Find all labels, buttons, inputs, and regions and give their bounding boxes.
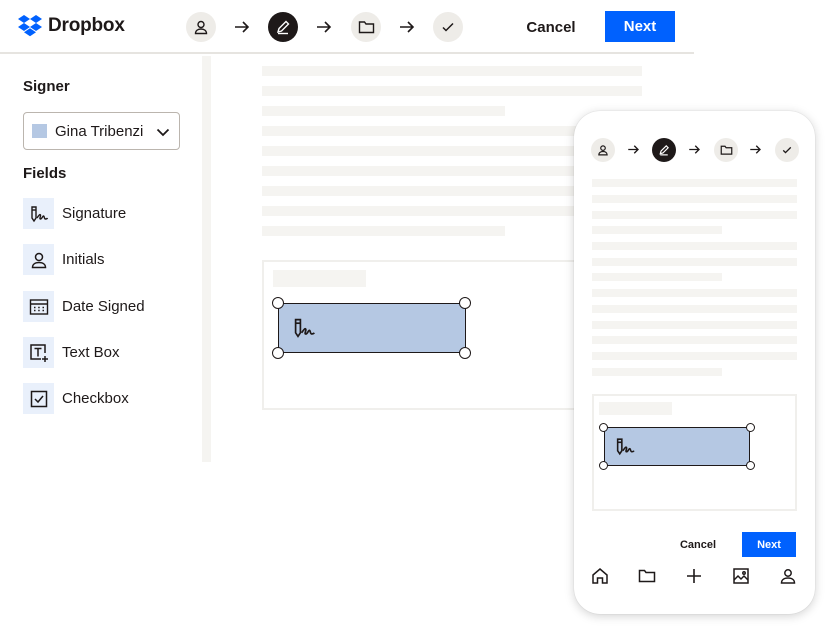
mobile-step-review[interactable] [775, 138, 799, 162]
sidebar-divider [202, 56, 211, 462]
calendar-icon [23, 291, 54, 322]
check-icon [442, 22, 454, 32]
signature-area-label [273, 270, 366, 287]
field-label: Signature [62, 205, 127, 222]
field-label: Initials [62, 251, 105, 268]
plus-icon[interactable] [685, 567, 703, 585]
mobile-next-button[interactable]: Next [742, 532, 796, 557]
user-icon [598, 145, 608, 156]
mobile-step-signer[interactable] [591, 138, 615, 162]
document-text-line [592, 352, 797, 360]
document-text-line [592, 336, 797, 344]
signer-heading: Signer [23, 78, 70, 95]
top-bar: Dropbox Cancel Next [0, 0, 694, 54]
arrow-right-icon [317, 21, 332, 33]
step-signer[interactable] [186, 12, 216, 42]
mobile-cancel-button[interactable]: Cancel [674, 535, 722, 555]
mobile-step-folder[interactable] [714, 138, 738, 162]
brand-name: Dropbox [48, 15, 125, 36]
field-date-signed[interactable]: Date Signed [23, 291, 145, 322]
cancel-button[interactable]: Cancel [516, 12, 586, 42]
signature-field[interactable] [278, 303, 466, 353]
field-label: Date Signed [62, 298, 145, 315]
step-folder[interactable] [351, 12, 381, 42]
field-signature[interactable]: Signature [23, 198, 126, 229]
checkbox-icon [23, 383, 54, 414]
arrow-right-icon [235, 21, 250, 33]
dropbox-logo[interactable]: Dropbox [18, 14, 125, 38]
folder-icon[interactable] [638, 567, 656, 585]
document-text-line [262, 86, 642, 96]
document-text-line [592, 368, 722, 376]
arrow-right-icon [750, 145, 761, 154]
field-label: Checkbox [62, 390, 129, 407]
resize-handle[interactable] [599, 461, 608, 470]
person-icon[interactable] [779, 567, 797, 585]
document-text-line [592, 226, 722, 234]
field-text-box[interactable]: Text Box [23, 337, 120, 368]
resize-handle[interactable] [599, 423, 608, 432]
step-review[interactable] [433, 12, 463, 42]
fields-heading: Fields [23, 165, 67, 182]
document-text-line [262, 106, 505, 116]
signature-icon [23, 198, 54, 229]
document-text-line [592, 273, 722, 281]
person-icon [23, 244, 54, 275]
folder-icon [720, 145, 732, 155]
home-icon[interactable] [591, 567, 609, 585]
document-text-line [262, 66, 642, 76]
signer-color-swatch [32, 124, 47, 138]
signature-icon [294, 318, 315, 338]
document-text-line [262, 226, 505, 236]
pen-icon [276, 20, 290, 35]
resize-handle[interactable] [272, 297, 284, 309]
field-checkbox[interactable]: Checkbox [23, 383, 129, 414]
document-text-line [592, 179, 797, 187]
document-text-line [592, 211, 797, 219]
pen-icon [659, 145, 669, 156]
resize-handle[interactable] [459, 297, 471, 309]
check-icon [782, 146, 792, 154]
folder-icon [358, 21, 374, 34]
arrow-right-icon [400, 21, 415, 33]
signer-name: Gina Tribenzi [55, 122, 144, 140]
document-text-line [592, 321, 797, 329]
arrow-right-icon [628, 145, 639, 154]
mobile-step-fields[interactable] [652, 138, 676, 162]
document-text-line [592, 242, 797, 250]
arrow-right-icon [689, 145, 700, 154]
next-button[interactable]: Next [605, 11, 675, 42]
signature-icon [616, 438, 635, 456]
signature-field[interactable] [604, 427, 750, 466]
resize-handle[interactable] [746, 423, 755, 432]
step-fields[interactable] [268, 12, 298, 42]
signature-area-label [599, 402, 672, 415]
field-label: Text Box [62, 344, 120, 361]
photo-icon[interactable] [732, 567, 750, 585]
document-text-line [592, 305, 797, 313]
document-text-line [592, 258, 797, 266]
chevron-down-icon [156, 128, 170, 137]
document-text-line [592, 289, 797, 297]
user-icon [194, 20, 208, 35]
signer-dropdown[interactable]: Gina Tribenzi [23, 112, 180, 150]
field-initials[interactable]: Initials [23, 244, 105, 275]
dropbox-logo-icon [18, 15, 42, 37]
mobile-preview: Cancel Next [574, 111, 815, 614]
document-text-line [592, 195, 797, 203]
resize-handle[interactable] [746, 461, 755, 470]
text-box-icon [23, 337, 54, 368]
resize-handle[interactable] [459, 347, 471, 359]
resize-handle[interactable] [272, 347, 284, 359]
